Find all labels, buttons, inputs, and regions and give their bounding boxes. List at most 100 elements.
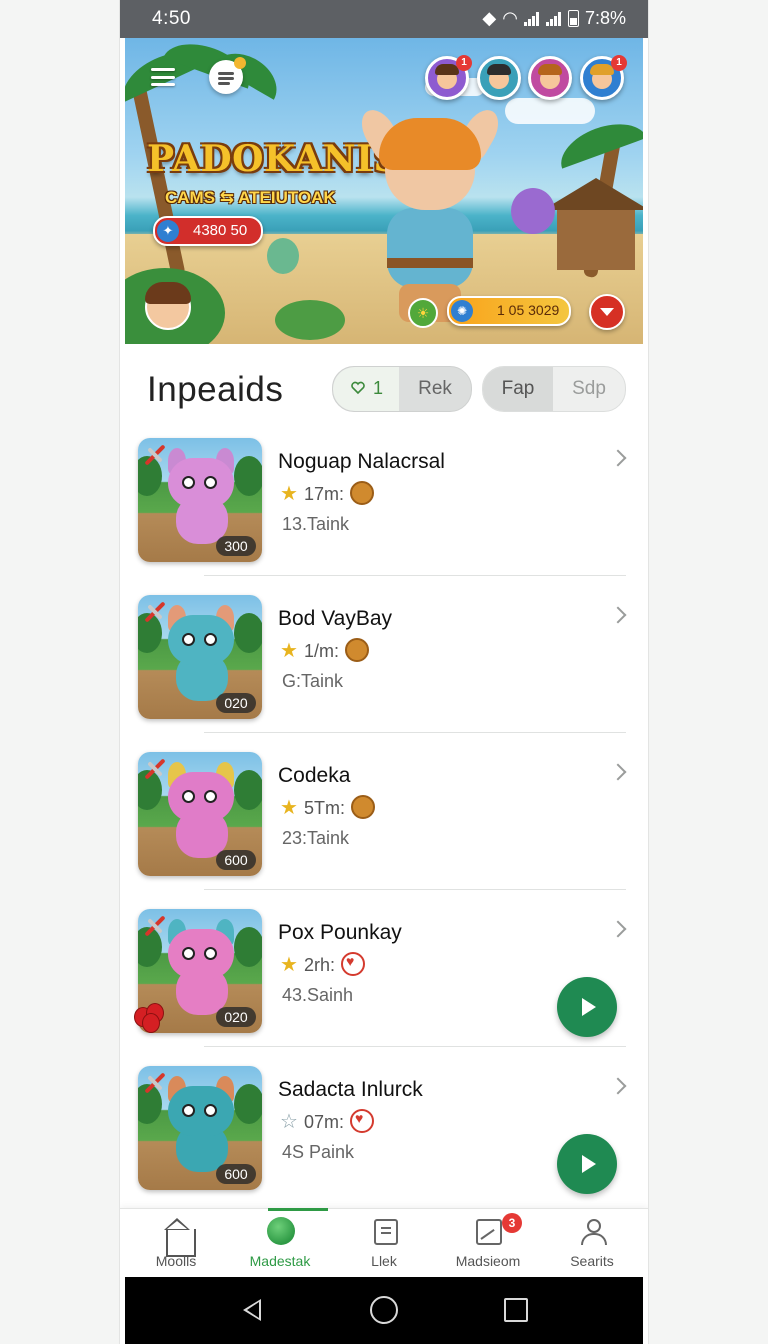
star-icon: ★	[280, 483, 298, 505]
beach-hut	[543, 178, 643, 270]
item-time: 1/m:	[303, 640, 339, 661]
sword-icon	[144, 915, 166, 937]
coin-icon	[349, 481, 374, 505]
level-badge: 600	[216, 1164, 256, 1184]
item-count: G:Taink	[282, 671, 344, 691]
energy-icon: ☀	[408, 298, 438, 328]
menu-icon[interactable]	[151, 68, 175, 86]
energy-counter[interactable]: ✺ 1 05 3029	[447, 296, 571, 326]
item-title: Codeka	[278, 764, 351, 787]
divider	[204, 575, 626, 576]
game-subtitle: CAMS ⇆ ATEIUTOAK	[165, 188, 336, 207]
signal-icon-1	[523, 11, 540, 26]
coin-icon	[350, 795, 375, 819]
heart-icon	[351, 381, 365, 395]
battery-percent: 7:8%	[584, 8, 626, 28]
star-outline-icon: ☆	[280, 1111, 298, 1133]
level-badge: 020	[216, 1007, 256, 1027]
likes-filter-button[interactable]: 1	[333, 367, 399, 411]
chart-icon	[476, 1219, 502, 1245]
home-circle-icon[interactable]	[370, 1296, 398, 1324]
battery-icon	[567, 10, 579, 27]
chevron-right-icon	[609, 1077, 627, 1095]
character-thumbnail: 020	[138, 595, 262, 719]
list-item[interactable]: 300 Noguap Nalacrsal ★ 17m: 13.Taink	[120, 430, 648, 587]
friend-avatar-4[interactable]: 1	[580, 55, 627, 100]
back-icon[interactable]	[243, 1299, 261, 1321]
item-meta: ★ 17m:	[280, 481, 374, 506]
player-avatar[interactable]	[145, 282, 191, 330]
friend-avatar-1[interactable]: 1	[425, 55, 472, 100]
coin-icon: ✦	[157, 220, 179, 242]
coin-counter[interactable]: ✦ 4380 50	[153, 216, 263, 246]
list-item[interactable]: 020 Pox Pounkay ★ 2rh: 43.Sainh	[120, 901, 648, 1058]
bottom-navigation: Moolls Madestak Llek 3 Madsieom Searits	[120, 1208, 648, 1277]
item-meta: ★ 5Tm:	[280, 795, 375, 820]
item-time: 5Tm:	[303, 797, 345, 818]
nav-item-madestak[interactable]: Madestak	[228, 1209, 332, 1277]
energy-value: 1 05 3029	[497, 302, 560, 318]
status-time: 4:50	[152, 8, 191, 29]
item-title: Sadacta Inlurck	[278, 1078, 423, 1101]
document-icon	[374, 1219, 398, 1245]
level-badge: 600	[216, 850, 256, 870]
chat-list-icon[interactable]	[209, 57, 246, 94]
filter-segment-left: 1 Rek	[332, 366, 472, 412]
wifi-icon: ◠	[502, 8, 518, 28]
coin-icon	[344, 638, 369, 662]
chevron-right-icon	[609, 763, 627, 781]
play-button[interactable]	[557, 977, 617, 1037]
friend-avatar-3[interactable]	[528, 56, 572, 100]
star-icon: ★	[280, 797, 298, 819]
heart-token-icon	[349, 1109, 374, 1133]
signal-icon-2	[545, 11, 562, 26]
item-count: 13.Taink	[282, 514, 350, 534]
nav-item-moolls[interactable]: Moolls	[124, 1209, 228, 1277]
hero-banner[interactable]: 1 1 PADOKANISII CAMS ⇆ ATEIUTOAK ✦ 4380 …	[125, 38, 643, 344]
item-time: 17m:	[303, 483, 344, 504]
purple-creature	[511, 188, 555, 234]
tab-fap[interactable]: Fap	[483, 367, 553, 411]
chevron-right-icon	[609, 606, 627, 624]
green-creature	[267, 238, 299, 274]
coin-value: 4380 50	[193, 222, 248, 239]
list-item[interactable]: 600 Sadacta Inlurck ☆ 07m: 4S Paink	[120, 1058, 648, 1215]
level-badge: 020	[216, 693, 256, 713]
item-count: 23:Taink	[282, 828, 350, 848]
sword-icon	[144, 1072, 166, 1094]
star-icon: ★	[280, 954, 298, 976]
divider	[204, 732, 626, 733]
list-item[interactable]: 020 Bod VayBay ★ 1/m: G:Taink	[120, 587, 648, 744]
nav-label: Llek	[371, 1253, 397, 1269]
chevron-down-icon[interactable]	[589, 294, 625, 330]
friend-avatar-2[interactable]	[477, 56, 521, 100]
nav-item-searits[interactable]: Searits	[540, 1209, 644, 1277]
tab-sdp[interactable]: Sdp	[553, 367, 625, 411]
nav-item-madsieom[interactable]: 3 Madsieom	[436, 1209, 540, 1277]
filter-segment-right: Fap Sdp	[482, 366, 626, 412]
nav-item-llek[interactable]: Llek	[332, 1209, 436, 1277]
chevron-right-icon	[609, 449, 627, 467]
globe-icon	[267, 1217, 295, 1245]
recent-apps-icon[interactable]	[504, 1298, 528, 1322]
tab-rek[interactable]: Rek	[399, 367, 471, 411]
nav-label: Madsieom	[455, 1253, 521, 1269]
star-icon: ★	[280, 640, 298, 662]
character-thumbnail: 300	[138, 438, 262, 562]
bush	[275, 300, 345, 340]
chevron-right-icon	[609, 920, 627, 938]
play-button[interactable]	[557, 1134, 617, 1194]
item-meta: ☆ 07m:	[280, 1109, 374, 1134]
nav-label: Madestak	[249, 1253, 311, 1269]
system-navigation-bar	[125, 1277, 643, 1344]
item-time: 07m:	[303, 1111, 344, 1132]
level-badge: 300	[216, 536, 256, 556]
notification-badge: 1	[611, 55, 627, 71]
sword-icon	[144, 601, 166, 623]
list-item[interactable]: 600 Codeka ★ 5Tm: 23:Taink	[120, 744, 648, 901]
sword-icon	[144, 758, 166, 780]
notification-badge: 1	[456, 55, 472, 71]
sword-icon	[144, 444, 166, 466]
item-count: 43.Sainh	[282, 985, 354, 1005]
nfc-icon: ◆	[482, 8, 497, 28]
